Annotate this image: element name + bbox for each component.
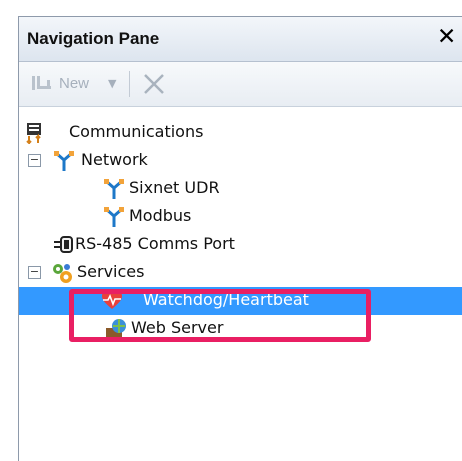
new-item-icon[interactable]: [31, 74, 57, 94]
callout-highlight: [69, 289, 371, 342]
services-gear-icon: [53, 264, 72, 283]
collapse-icon[interactable]: −: [28, 266, 41, 279]
tree-item-label: RS-485 Comms Port: [75, 234, 235, 253]
pane-toolbar: New ▼: [19, 62, 462, 107]
tree-item-modbus[interactable]: Modbus: [19, 203, 462, 231]
tree-item-label: Services: [77, 262, 145, 281]
navigation-pane: Navigation Pane ✕ New ▼ Communications −…: [18, 16, 462, 461]
toolbar-divider: [129, 71, 130, 97]
close-icon[interactable]: ✕: [437, 24, 456, 50]
serial-port-icon: [54, 236, 73, 253]
network-device-icon: [104, 179, 124, 199]
chevron-down-icon[interactable]: ▼: [108, 77, 116, 90]
new-button[interactable]: New: [59, 75, 89, 92]
pane-title: Navigation Pane: [27, 29, 160, 48]
tree-item-label: Sixnet UDR: [129, 178, 220, 197]
tree-item-communications[interactable]: Communications: [19, 119, 462, 147]
network-icon: [54, 151, 74, 171]
collapse-icon[interactable]: −: [28, 154, 41, 167]
tree-item-label: Network: [81, 150, 148, 169]
pane-titlebar: Navigation Pane ✕: [19, 17, 462, 62]
tree-item-rs485-comms-port[interactable]: RS-485 Comms Port: [19, 231, 462, 259]
tree-item-label: Communications: [69, 122, 204, 141]
tree-item-network[interactable]: − Network: [19, 147, 462, 175]
tree-item-label: Modbus: [129, 206, 192, 225]
delete-icon[interactable]: [143, 73, 165, 95]
communications-icon: [26, 123, 41, 144]
tree-item-services[interactable]: − Services: [19, 259, 462, 287]
network-device-icon: [104, 207, 124, 227]
tree-item-sixnet-udr[interactable]: Sixnet UDR: [19, 175, 462, 203]
